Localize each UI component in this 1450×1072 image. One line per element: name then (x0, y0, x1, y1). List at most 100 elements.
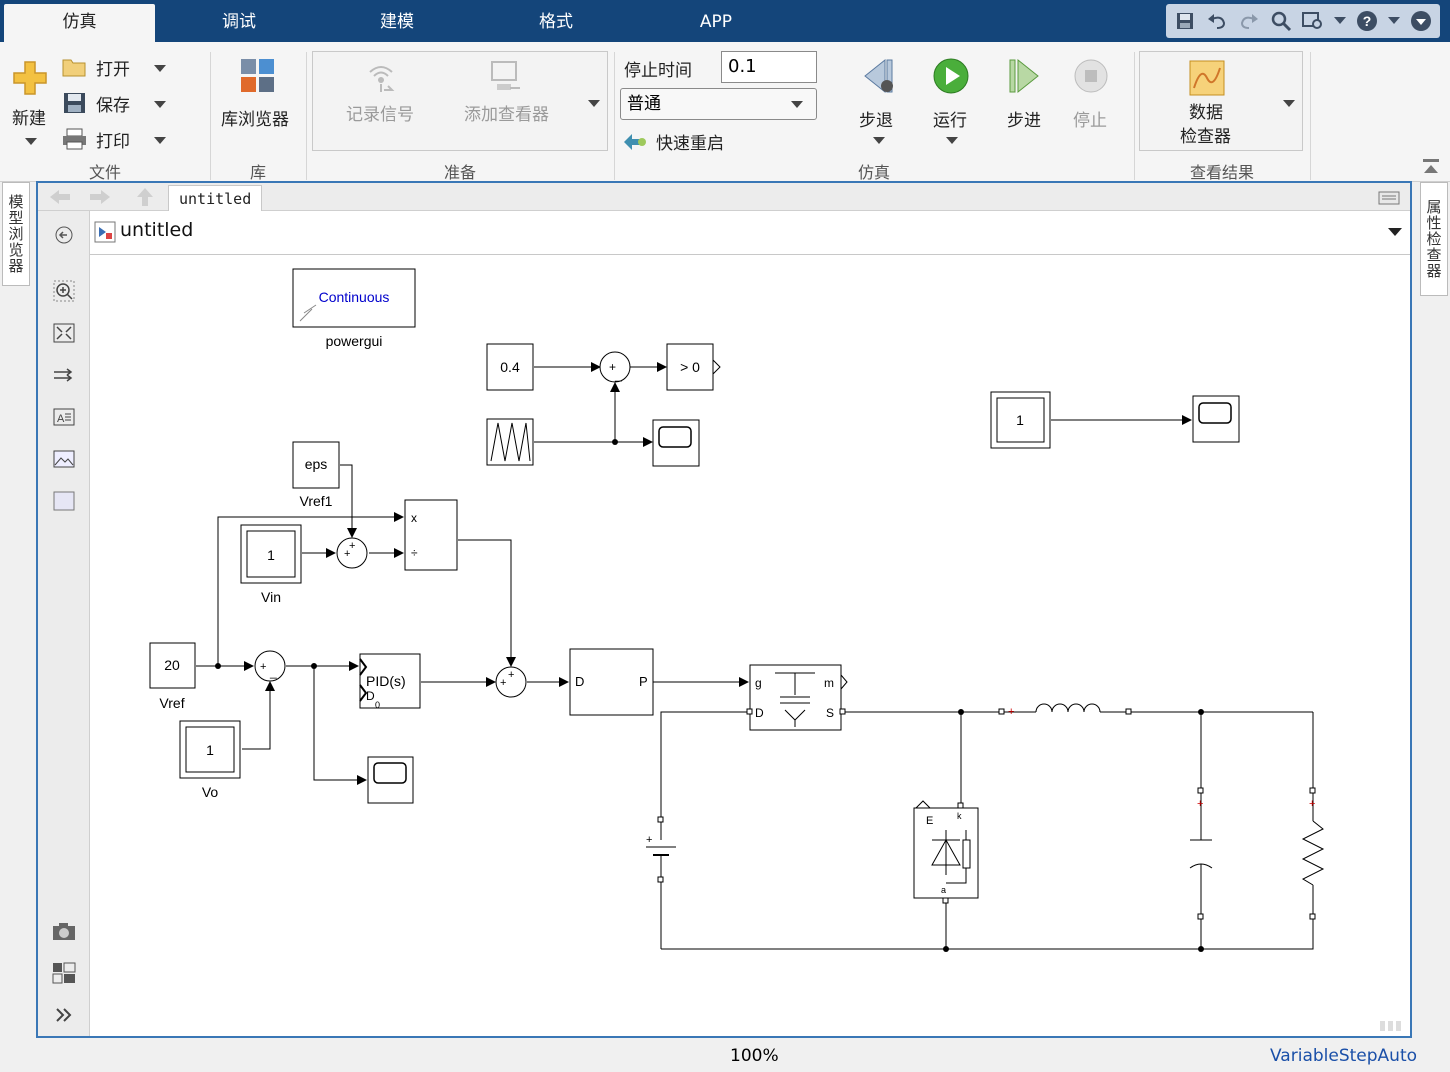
snapshot-button[interactable] (50, 917, 78, 945)
sum-block[interactable]: ++ (336, 537, 368, 569)
error-sum-block[interactable]: + _ (254, 650, 286, 682)
vo-label: Vo (202, 784, 219, 800)
model-data-button[interactable] (50, 959, 78, 987)
diode-block[interactable]: E k a (913, 800, 979, 904)
dc-voltage-source-block[interactable]: + (646, 816, 676, 883)
open-dropdown-caret[interactable] (154, 65, 166, 72)
step-back-dropdown-caret[interactable] (873, 137, 885, 144)
stop-button[interactable]: 停止 (1066, 56, 1116, 136)
constant-block[interactable]: 1 (990, 391, 1051, 449)
forward-arrow-icon[interactable] (88, 188, 112, 206)
vin-value: 1 (267, 547, 275, 563)
pwm-input-port: D (575, 674, 584, 689)
new-button[interactable]: 新建 (6, 56, 54, 146)
stop-time-input[interactable]: 0.1 (721, 51, 817, 83)
up-arrow-icon[interactable] (136, 187, 154, 207)
mosfet-measure-port: m (824, 676, 834, 690)
scope-block[interactable] (1192, 395, 1240, 443)
duty-sum-block[interactable]: ++ (495, 666, 527, 698)
document-tab[interactable]: untitled (168, 185, 263, 211)
address-path[interactable]: untitled (120, 219, 193, 241)
find-window-icon[interactable] (1302, 10, 1324, 32)
svg-text:_: _ (614, 368, 622, 382)
constant-block[interactable]: 0.4 (486, 343, 534, 391)
log-signals-button[interactable]: 记录信号 (338, 58, 428, 138)
library-browser-button[interactable]: 库浏览器 (216, 54, 300, 144)
vin-constant-block[interactable]: 1 Vin (240, 524, 302, 605)
model-browser-tab[interactable]: 模型浏览器 (2, 182, 30, 286)
print-label: 打印 (96, 132, 130, 152)
hide-panel-button[interactable] (50, 221, 78, 249)
pwm-generator-block[interactable]: D P (569, 648, 654, 716)
tab-apps[interactable]: APP (636, 4, 796, 42)
tab-format[interactable]: 格式 (476, 4, 636, 42)
eps-constant-block[interactable]: eps Vref1 (292, 441, 340, 509)
search-icon[interactable] (1270, 10, 1292, 32)
collapse-ribbon-icon[interactable] (1410, 10, 1432, 32)
vref-label: Vref (159, 695, 184, 711)
mosfet-source-port: S (826, 706, 834, 720)
solver-indicator[interactable]: VariableStepAuto (1270, 1046, 1417, 1066)
zoom-button[interactable] (50, 277, 78, 305)
vref-constant-block[interactable]: 20 Vref (149, 642, 196, 711)
run-button[interactable]: 运行 (926, 56, 976, 136)
product-block[interactable]: x ÷ (404, 499, 458, 571)
scope-block[interactable] (652, 419, 700, 467)
run-dropdown-caret[interactable] (946, 137, 958, 144)
svg-text:_: _ (269, 665, 277, 679)
tab-modeling[interactable]: 建模 (318, 4, 476, 42)
svg-text:+: + (1008, 706, 1014, 718)
fast-restart-button[interactable]: 快速重启 (622, 128, 772, 154)
save-icon[interactable] (1174, 10, 1196, 32)
keyboard-icon[interactable] (1378, 191, 1400, 205)
scope-block[interactable] (367, 756, 414, 804)
data-inspector-button[interactable]: 数据 检查器 (1172, 58, 1242, 147)
tab-simulation[interactable]: 仿真 (4, 4, 155, 42)
powergui-text: Continuous (319, 289, 390, 305)
vo-constant-block[interactable]: 1 Vo (179, 720, 241, 800)
save-dropdown-caret[interactable] (154, 101, 166, 108)
svg-text:+: + (508, 669, 514, 681)
collapse-ribbon-icon[interactable] (1422, 158, 1440, 176)
chevron-down-icon[interactable] (1334, 10, 1346, 32)
redo-icon[interactable] (1238, 10, 1260, 32)
chevron-down-icon[interactable] (1388, 228, 1402, 238)
fast-restart-icon (624, 134, 646, 150)
powergui-block[interactable]: Continuous powergui (292, 268, 416, 349)
fit-to-view-button[interactable] (50, 319, 78, 347)
review-gallery-expand[interactable] (1283, 100, 1295, 107)
area-button[interactable] (50, 487, 78, 515)
new-dropdown-caret[interactable] (25, 138, 37, 145)
compare-to-zero-block[interactable]: > 0 (666, 343, 721, 391)
mosfet-block[interactable]: g m D S (746, 664, 848, 731)
help-icon[interactable]: ? (1356, 10, 1378, 32)
mosfet-gate-port: g (755, 676, 762, 690)
capacitor-block[interactable]: + (1189, 787, 1213, 920)
step-forward-button[interactable]: 步进 (1000, 56, 1050, 136)
image-button[interactable] (50, 445, 78, 473)
resize-grip-icon[interactable] (1378, 1019, 1408, 1033)
model-data-icon (52, 962, 76, 984)
property-inspector-tab[interactable]: 属性检查器 (1420, 182, 1448, 296)
print-dropdown-caret[interactable] (154, 137, 166, 144)
signal-routing-button[interactable] (50, 361, 78, 389)
annotation-button[interactable]: A (50, 403, 78, 431)
sum-block[interactable]: +_ (599, 351, 631, 383)
simulation-mode-select[interactable]: 普通 (620, 88, 817, 120)
add-viewer-button[interactable]: 添加查看器 (458, 58, 562, 138)
undo-icon[interactable] (1206, 10, 1228, 32)
model-canvas[interactable]: Continuous powergui 0.4 + _ > 0 1 eps Vr… (90, 255, 1410, 1036)
tab-debug[interactable]: 调试 (160, 4, 318, 42)
library-section-label: 库 (249, 163, 266, 182)
chevron-down-icon[interactable] (1388, 10, 1400, 32)
back-arrow-icon[interactable] (48, 188, 72, 206)
repeating-sequence-block[interactable] (486, 418, 534, 466)
resistor-block[interactable]: + (1301, 787, 1325, 920)
inductor-block[interactable]: + (998, 703, 1132, 718)
svg-text:A: A (57, 413, 65, 425)
expand-toolbar-button[interactable] (50, 1001, 78, 1029)
pid-controller-block[interactable]: PID(s) D 0 (359, 653, 421, 710)
prepare-gallery-expand[interactable] (588, 100, 600, 107)
step-back-button[interactable]: 步退 (852, 56, 902, 136)
simulate-section-label: 仿真 (857, 163, 890, 182)
